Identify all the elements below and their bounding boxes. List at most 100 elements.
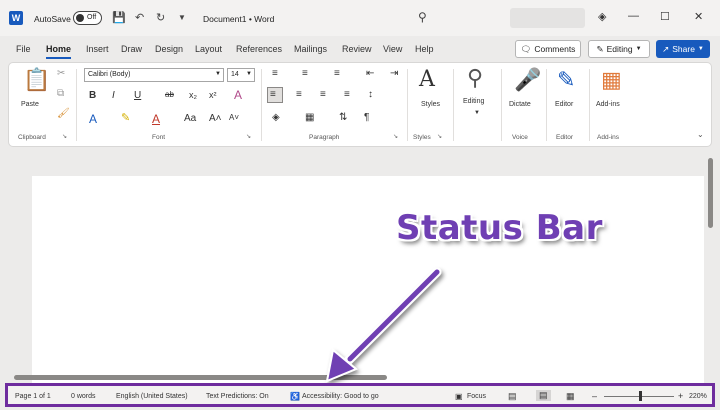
chevron-down-icon: ▼ [697, 46, 704, 52]
tab-insert[interactable]: Insert [86, 44, 109, 54]
focus-button[interactable]: Focus [467, 393, 486, 400]
dialog-launcher-icon[interactable]: ↘ [437, 134, 442, 140]
designer-icon[interactable]: ◈ [598, 10, 606, 23]
strikethrough-icon[interactable]: ab [165, 91, 174, 99]
chevron-down-icon: ▼ [246, 71, 252, 77]
microphone-icon[interactable]: 🎤 [514, 69, 541, 91]
text-effects-icon[interactable]: A [89, 113, 97, 125]
superscript-icon[interactable]: x² [209, 91, 217, 100]
share-button[interactable]: ↗ Share ▼ [656, 40, 710, 58]
voice-group-label: Voice [512, 134, 528, 141]
underline-icon[interactable]: U [134, 91, 141, 101]
bold-icon[interactable]: B [89, 91, 96, 101]
zoom-in-icon[interactable]: + [678, 391, 683, 401]
shading-icon[interactable]: ◈ [272, 113, 280, 123]
zoom-out-icon[interactable]: – [592, 391, 597, 401]
numbering-icon[interactable]: ≡ [302, 69, 308, 79]
zoom-slider-thumb[interactable] [639, 391, 642, 401]
font-color-icon[interactable]: A [152, 113, 160, 125]
italic-icon[interactable]: I [112, 91, 115, 101]
divider [589, 69, 590, 141]
minimize-icon[interactable]: — [628, 10, 639, 22]
multilevel-list-icon[interactable]: ≡ [334, 69, 340, 79]
font-name-select[interactable]: Calibri (Body) ▼ [84, 68, 224, 82]
copy-icon[interactable]: ⧉ [57, 89, 64, 99]
styles-icon[interactable]: A [419, 69, 435, 91]
autosave-toggle[interactable]: Off [73, 11, 102, 25]
tab-help[interactable]: Help [415, 44, 434, 54]
shrink-font-icon[interactable]: A˅ [229, 114, 239, 122]
tab-layout[interactable]: Layout [195, 44, 222, 54]
format-painter-icon[interactable]: 🖌 [57, 109, 70, 119]
increase-indent-icon[interactable]: ⇥ [390, 69, 398, 79]
add-ins-icon[interactable]: ▦ [601, 69, 622, 91]
add-ins-group-label: Add-ins [597, 134, 620, 141]
collapse-ribbon-icon[interactable]: ⌄ [697, 131, 704, 139]
accessibility-status[interactable]: Accessibility: Good to go [302, 393, 379, 400]
ribbon: 📋 Paste ✂ ⧉ 🖌 Clipboard ↘ Calibri (Body)… [8, 62, 712, 147]
find-icon[interactable]: ⚲ [467, 67, 483, 89]
justify-icon[interactable]: ≡ [344, 90, 350, 100]
editing-mode-button[interactable]: ✎ Editing ▼ [588, 40, 650, 58]
change-case-icon[interactable]: Aa [184, 114, 196, 124]
sort-icon[interactable]: ⇅ [339, 113, 347, 123]
chevron-down-icon: ▼ [474, 110, 480, 116]
customize-toolbar-icon[interactable]: ▼ [178, 13, 186, 22]
language[interactable]: English (United States) [116, 393, 188, 400]
highlight-icon[interactable]: ✎ [121, 113, 130, 124]
word-count[interactable]: 0 words [71, 393, 96, 400]
comments-label: Comments [534, 44, 576, 54]
account-area[interactable] [510, 8, 585, 28]
web-layout-icon[interactable]: ▦ [566, 391, 575, 402]
dialog-launcher-icon[interactable]: ↘ [62, 134, 67, 140]
comments-button[interactable]: 🗨 Comments [515, 40, 581, 58]
save-icon[interactable]: 💾 [112, 11, 126, 24]
align-right-icon[interactable]: ≡ [320, 90, 326, 100]
editor-button-label[interactable]: Editor [555, 101, 573, 108]
horizontal-scrollbar[interactable] [14, 375, 387, 380]
dictate-button-label[interactable]: Dictate [509, 101, 531, 108]
read-mode-icon[interactable]: ▤ [508, 391, 517, 402]
autosave-label: AutoSave [34, 14, 71, 24]
tab-draw[interactable]: Draw [121, 44, 142, 54]
styles-button-label[interactable]: Styles [421, 101, 440, 108]
editor-icon[interactable]: ✎ [557, 69, 575, 91]
dialog-launcher-icon[interactable]: ↘ [246, 134, 251, 140]
redo-icon[interactable]: ↻ [156, 11, 165, 24]
page-count[interactable]: Page 1 of 1 [15, 393, 51, 400]
tab-review[interactable]: Review [342, 44, 372, 54]
borders-icon[interactable]: ▦ [305, 113, 314, 123]
document-page[interactable] [32, 176, 704, 386]
maximize-icon[interactable]: ☐ [660, 10, 670, 23]
tab-home[interactable]: Home [46, 44, 72, 59]
undo-icon[interactable]: ↶ [135, 11, 144, 24]
vertical-scrollbar[interactable] [708, 158, 713, 228]
subscript-icon[interactable]: x₂ [189, 91, 197, 100]
dialog-launcher-icon[interactable]: ↘ [393, 134, 398, 140]
font-size-select[interactable]: 14 ▼ [227, 68, 255, 82]
tab-file[interactable]: File [16, 44, 31, 54]
close-icon[interactable]: ✕ [694, 10, 703, 23]
cut-icon[interactable]: ✂ [57, 69, 65, 79]
zoom-level[interactable]: 220% [689, 393, 707, 400]
bullets-icon[interactable]: ≡ [272, 69, 278, 79]
show-formatting-icon[interactable]: ¶ [364, 113, 369, 123]
tab-references[interactable]: References [236, 44, 282, 54]
search-icon[interactable]: ⚲ [418, 10, 427, 24]
tab-view[interactable]: View [383, 44, 402, 54]
clear-formatting-icon[interactable]: A [234, 89, 242, 101]
paste-label[interactable]: Paste [21, 101, 39, 108]
focus-icon: ▣ [455, 392, 463, 401]
tab-mailings[interactable]: Mailings [294, 44, 327, 54]
line-spacing-icon[interactable]: ↕ [368, 90, 373, 100]
print-layout-icon[interactable]: ▤ [536, 390, 551, 401]
decrease-indent-icon[interactable]: ⇤ [366, 69, 374, 79]
ribbon-tabs: File Home Insert Draw Design Layout Refe… [0, 38, 720, 60]
align-center-icon[interactable]: ≡ [296, 90, 302, 100]
editing-button-label[interactable]: Editing [463, 98, 484, 105]
paste-icon[interactable]: 📋 [23, 69, 50, 91]
grow-font-icon[interactable]: A˄ [209, 114, 222, 124]
text-predictions[interactable]: Text Predictions: On [206, 393, 269, 400]
tab-design[interactable]: Design [155, 44, 183, 54]
add-ins-button-label[interactable]: Add-ins [596, 101, 620, 108]
